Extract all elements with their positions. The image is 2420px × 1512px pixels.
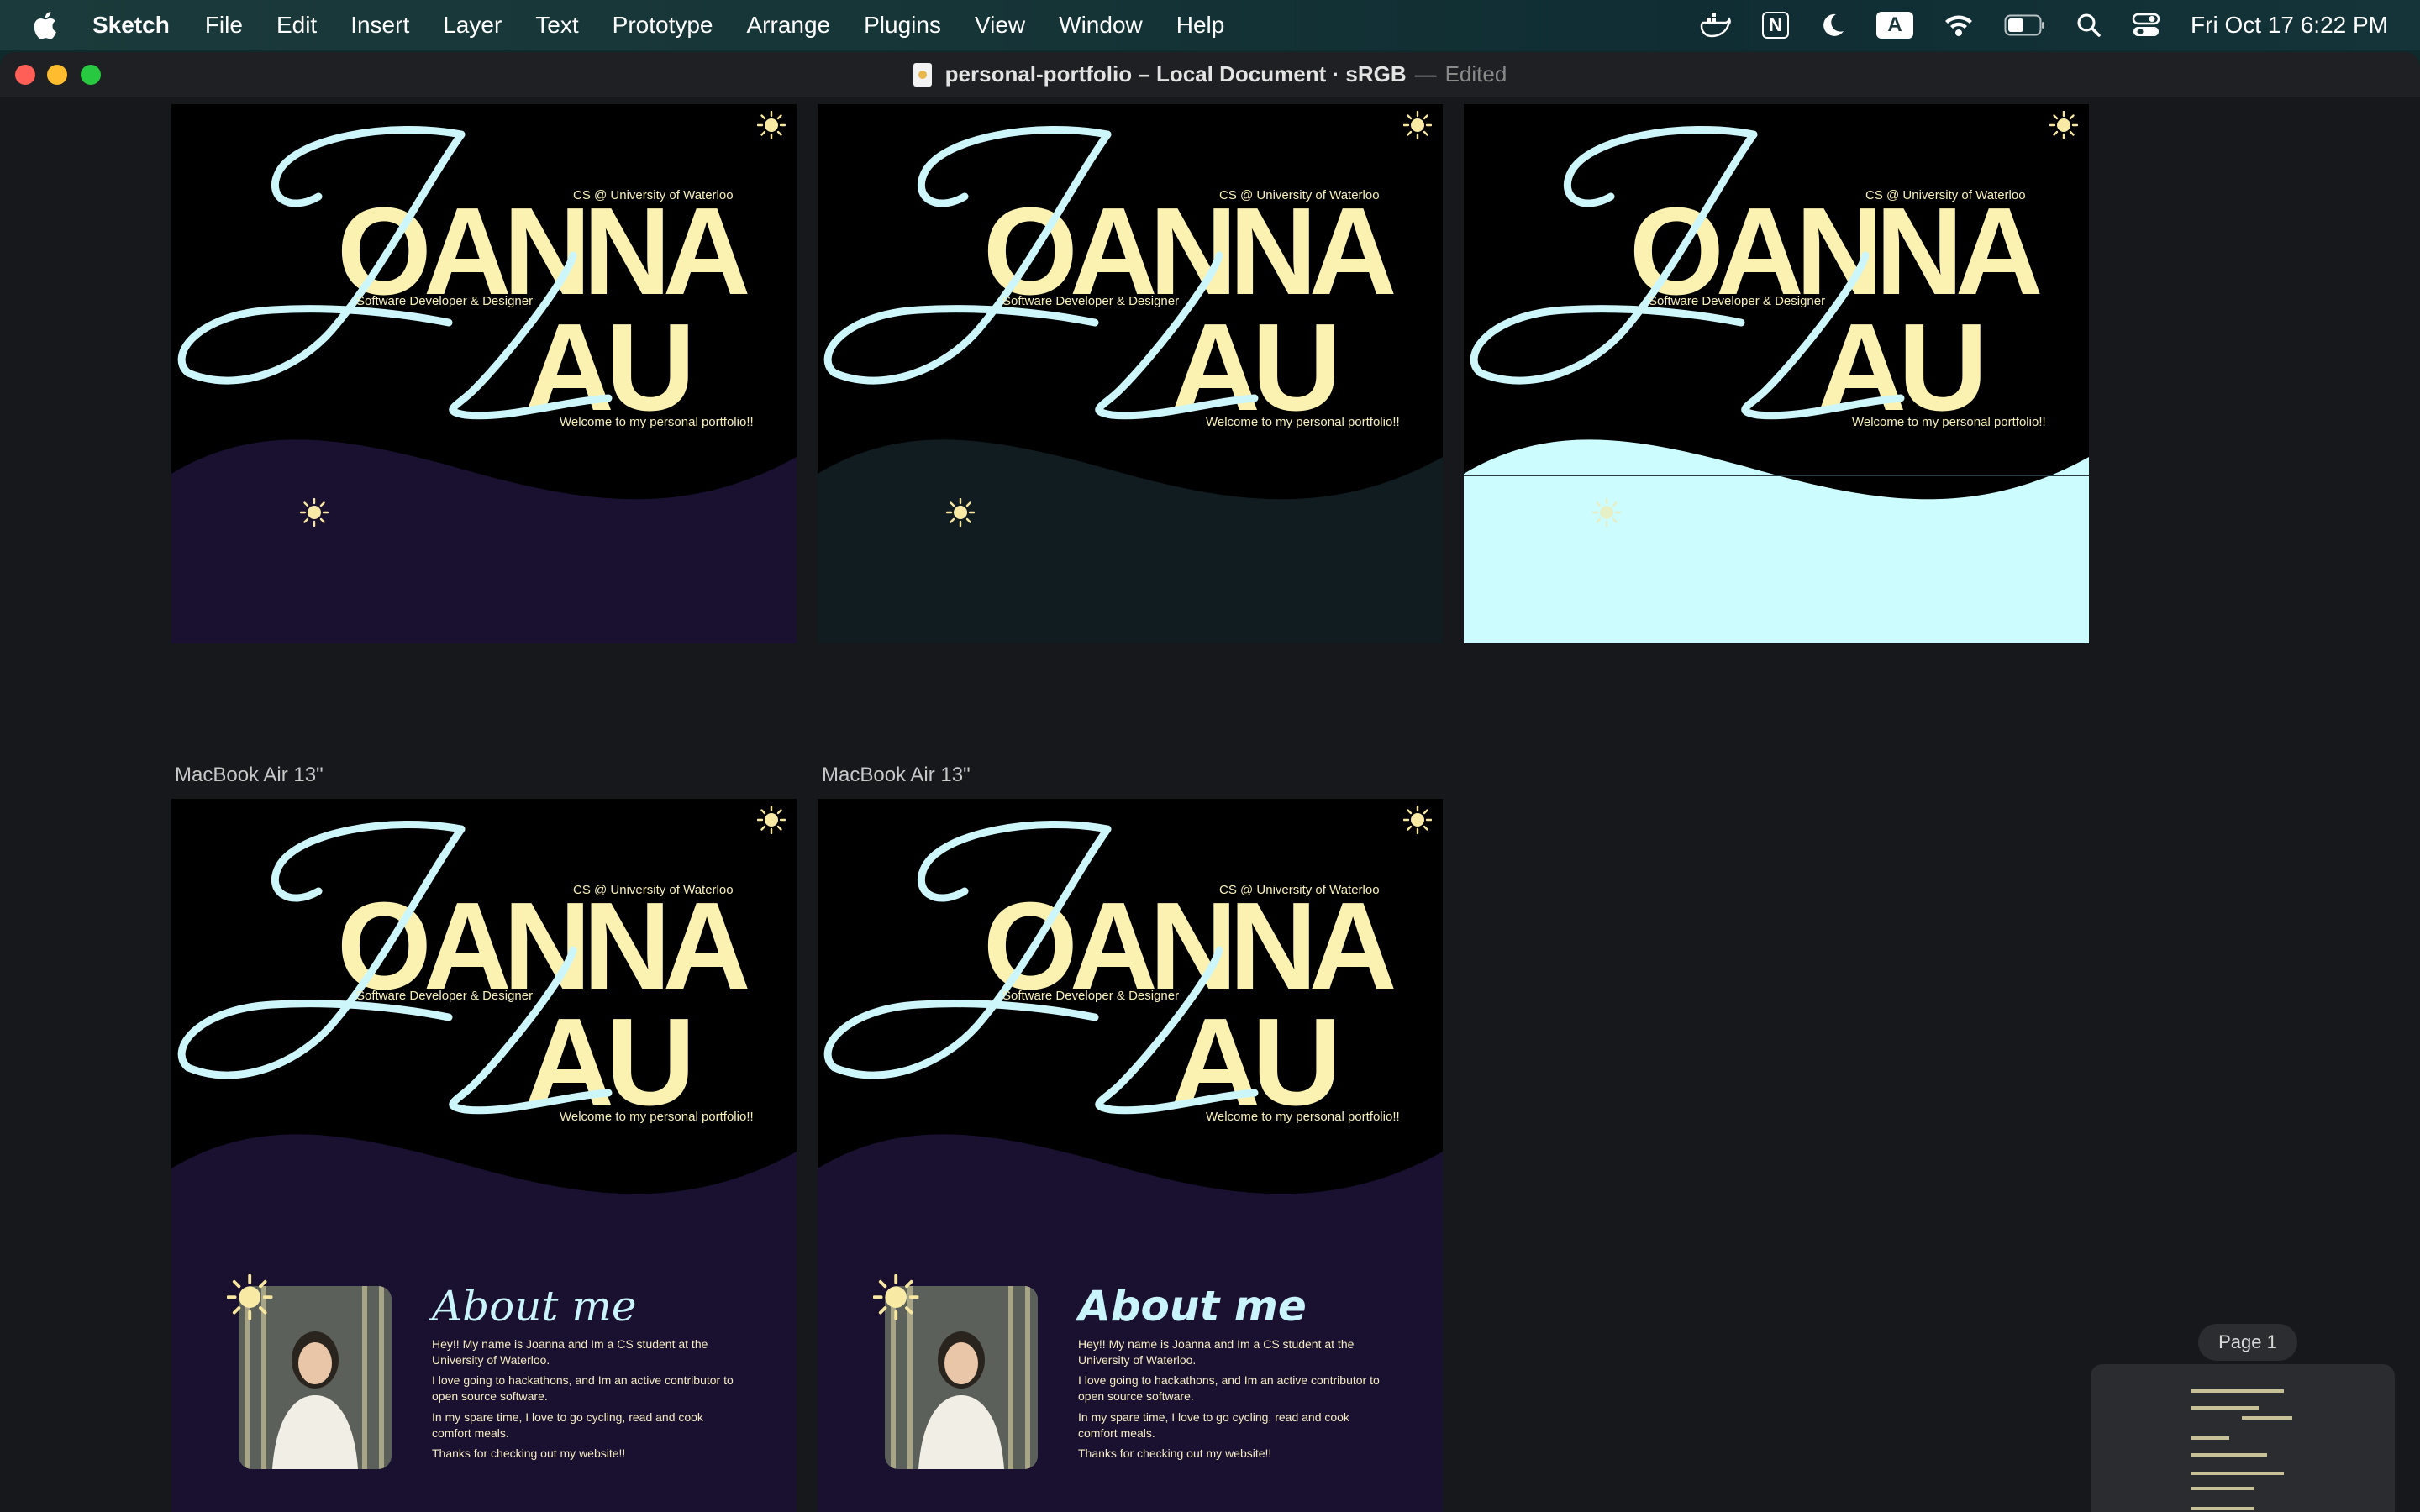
hero-school: CS @ University of Waterloo (1865, 188, 2026, 202)
hero-last-name: AU (1171, 993, 1342, 1131)
minimap-row (2191, 1453, 2267, 1457)
hero-last-name: AU (1817, 298, 1988, 437)
menu-view[interactable]: View (975, 12, 1025, 39)
artboard-label[interactable]: MacBook Air 13" (175, 764, 324, 787)
hero-welcome: Welcome to my personal portfolio!! (560, 1110, 754, 1124)
hero-role: Software Developer & Designer (1002, 989, 1180, 1003)
zoom-button[interactable] (81, 65, 101, 85)
title-separator: — (1414, 61, 1437, 87)
document-title: personal-portfolio – Local Document · sR… (944, 61, 1407, 87)
notion-icon[interactable]: N (1762, 0, 1790, 50)
about-paragraph: In my spare time, I love to go cycling, … (1078, 1410, 1349, 1440)
menu-arrange[interactable]: Arrange (747, 12, 831, 39)
sun-icon (756, 805, 786, 838)
menu-app-name[interactable]: Sketch (92, 12, 170, 39)
about-paragraph: I love going to hackathons, and Im an ac… (432, 1373, 734, 1403)
menu-file[interactable]: File (205, 12, 243, 39)
hero-role: Software Developer & Designer (356, 294, 534, 308)
about-paragraph: In my spare time, I love to go cycling, … (432, 1410, 703, 1440)
hero-welcome: Welcome to my personal portfolio!! (1206, 1110, 1400, 1124)
sun-icon (226, 1273, 273, 1326)
hero-welcome: Welcome to my personal portfolio!! (1852, 415, 2046, 429)
sun-icon (2049, 110, 2079, 144)
sun-icon (299, 497, 329, 531)
sun-icon (872, 1273, 919, 1326)
minimap-row (2191, 1389, 2284, 1393)
sun-icon (1591, 497, 1622, 531)
status-area: N A Fri Oct 17 6:22 PM (1698, 0, 2388, 50)
hero-last-name: AU (524, 298, 696, 437)
menu-layer[interactable]: Layer (443, 12, 502, 39)
wifi-icon[interactable] (1944, 0, 1974, 50)
minimap-row (2191, 1472, 2284, 1475)
apple-icon[interactable] (32, 11, 66, 39)
hero-welcome: Welcome to my personal portfolio!! (1206, 415, 1400, 429)
hero-role: Software Developer & Designer (1002, 294, 1180, 308)
page-indicator[interactable]: Page 1 (2198, 1324, 2297, 1361)
minimize-button[interactable] (47, 65, 67, 85)
input-source-icon[interactable]: A (1876, 0, 1914, 50)
about-paragraph: Thanks for checking out my website!! (1078, 1446, 1272, 1460)
moon-icon[interactable] (1819, 0, 1846, 50)
hero-last-name: AU (1171, 298, 1342, 437)
spotlight-icon[interactable] (2076, 0, 2102, 50)
about-title: About me (1078, 1282, 1307, 1331)
artboard-hero-teal[interactable]: OANNA AU CS @ University of Waterloo Sof… (818, 104, 1443, 643)
hero-school: CS @ University of Waterloo (1219, 883, 1380, 897)
minimap-row (2191, 1406, 2259, 1410)
battery-icon[interactable] (2004, 0, 2046, 50)
canvas[interactable]: OANNA AU CS @ University of Waterloo Sof… (0, 97, 2420, 1512)
clock[interactable]: Fri Oct 17 6:22 PM (2191, 12, 2388, 39)
hero-welcome: Welcome to my personal portfolio!! (560, 415, 754, 429)
hero-role: Software Developer & Designer (356, 989, 534, 1003)
menu-plugins[interactable]: Plugins (864, 12, 941, 39)
artboard-macbook-air-1[interactable]: OANNA AU CS @ University of Waterloo Sof… (171, 799, 797, 1512)
sketch-window: personal-portfolio – Local Document · sR… (0, 52, 2420, 1512)
hero-school: CS @ University of Waterloo (573, 883, 734, 897)
minimap-row (2191, 1487, 2254, 1490)
close-button[interactable] (15, 65, 35, 85)
minimap-row (2191, 1507, 2254, 1510)
about-title: About me (432, 1282, 637, 1331)
hero-school: CS @ University of Waterloo (573, 188, 734, 202)
notion-letter: N (1762, 12, 1790, 39)
sun-icon (945, 497, 976, 531)
sun-icon (756, 110, 786, 144)
about-paragraph: Thanks for checking out my website!! (432, 1446, 626, 1460)
about-paragraph: Hey!! My name is Joanna and Im a CS stud… (1078, 1337, 1355, 1367)
menu-edit[interactable]: Edit (276, 12, 317, 39)
menu-bar: Sketch File Edit Insert Layer Text Proto… (0, 0, 2420, 50)
canvas-minimap[interactable] (2091, 1364, 2395, 1512)
docker-icon[interactable] (1698, 0, 1732, 50)
artboard-macbook-air-2[interactable]: OANNA AU CS @ University of Waterloo Sof… (818, 799, 1443, 1512)
control-center-icon[interactable] (2132, 0, 2160, 50)
hero-school: CS @ University of Waterloo (1219, 188, 1380, 202)
menu-help[interactable]: Help (1176, 12, 1225, 39)
menu-prototype[interactable]: Prototype (613, 12, 713, 39)
about-paragraph: Hey!! My name is Joanna and Im a CS stud… (432, 1337, 708, 1367)
about-paragraph: I love going to hackathons, and Im an ac… (1078, 1373, 1380, 1403)
hero-role: Software Developer & Designer (1649, 294, 1826, 308)
sun-icon (1402, 805, 1433, 838)
edited-status: Edited (1444, 61, 1507, 87)
menu-window[interactable]: Window (1059, 12, 1143, 39)
artboard-hero-purple[interactable]: OANNA AU CS @ University of Waterloo Sof… (171, 104, 797, 643)
hero-last-name: AU (524, 993, 696, 1131)
artboard-hero-cyan[interactable]: OANNA AU CS @ University of Waterloo Sof… (1464, 104, 2089, 643)
menu-insert[interactable]: Insert (350, 12, 409, 39)
minimap-row (2242, 1416, 2292, 1420)
sun-icon (1402, 110, 1433, 144)
menu-text[interactable]: Text (535, 12, 578, 39)
document-icon (913, 62, 932, 87)
title-bar[interactable]: personal-portfolio – Local Document · sR… (0, 52, 2420, 97)
minimap-row (2191, 1436, 2229, 1440)
artboard-label[interactable]: MacBook Air 13" (822, 764, 971, 787)
window-title: personal-portfolio – Local Document · sR… (913, 61, 1507, 87)
input-source-letter: A (1876, 12, 1914, 39)
